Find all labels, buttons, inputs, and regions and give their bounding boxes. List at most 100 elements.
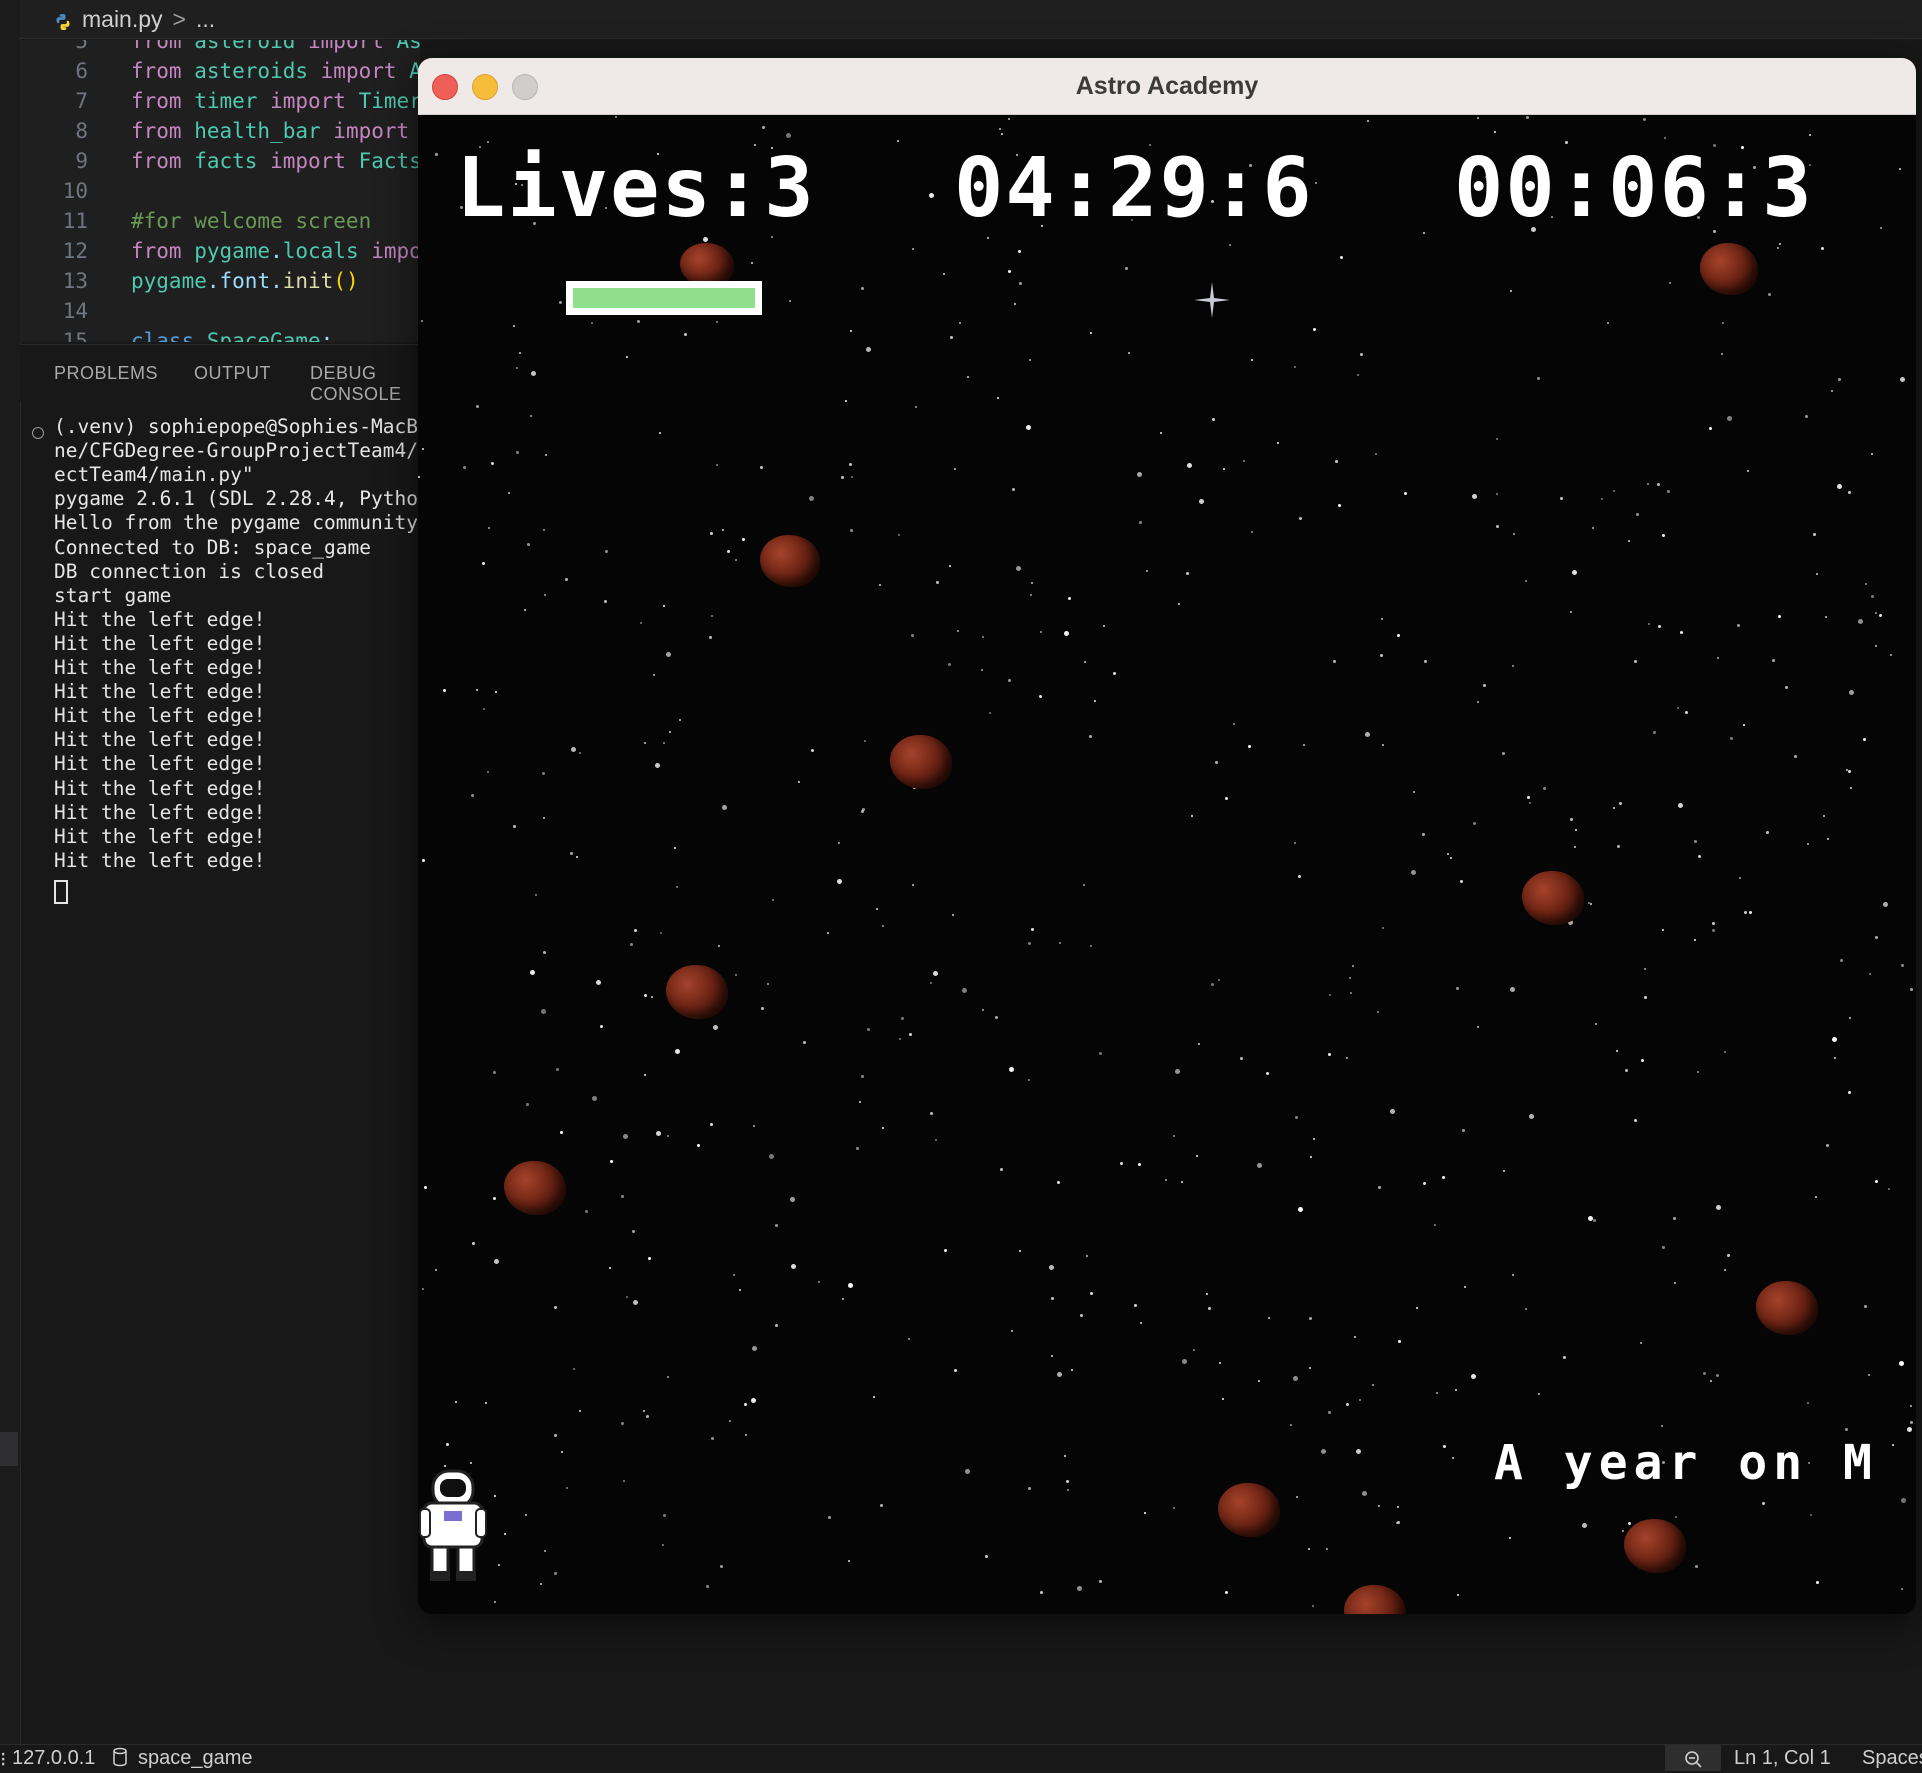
code-token: facts [194,149,271,173]
code-line[interactable]: 12 from pygame.locals import [20,236,420,266]
activity-bar-active-marker[interactable] [0,1432,18,1466]
star [1008,679,1011,682]
star [576,856,578,858]
star [861,1075,864,1078]
star [1460,880,1463,883]
star [1779,243,1781,245]
star [967,376,969,378]
star [803,1041,806,1044]
code-line[interactable]: 15 class SpaceGame: [20,326,334,342]
terminal-line: Hit the left edge! [54,824,266,848]
star [544,594,546,596]
star [1496,525,1499,528]
star [1049,1265,1054,1270]
star [838,842,840,844]
code-line[interactable]: 11 #for welcome screen [20,206,372,236]
star [1899,168,1901,170]
star [663,605,665,607]
star [1512,1274,1514,1276]
star [1575,829,1577,831]
code-line[interactable]: 8from health_bar import HealthBar [20,116,420,146]
terminal-output[interactable]: (.venv) sophiepope@Sophies-MacBook ne/CFG… [20,410,524,1740]
status-indentation[interactable]: Spaces [1862,1747,1922,1770]
status-bar: ⁝ 127.0.0.1 space_game Ln 1, Col 1 Space… [0,1744,1922,1771]
game-canvas[interactable]: Lives:3 04:29:6 00:06:3 A year on M [418,115,1916,1614]
star [786,133,791,138]
star [1266,1072,1269,1075]
code-line[interactable]: 14 [20,296,131,326]
star [573,1368,575,1370]
star [667,1376,669,1378]
star [850,529,853,532]
star [1875,1180,1878,1183]
star [1717,657,1719,659]
code-line[interactable]: 13 pygame.font.init() [20,266,359,296]
star [716,321,718,323]
tab-debug-console[interactable]: DEBUG CONSOLE [310,363,420,405]
star [1450,857,1452,859]
health-bar-fill [573,288,755,308]
breadcrumb-file[interactable]: main.py [82,6,163,33]
star [1900,377,1905,382]
star [1570,611,1572,613]
status-database[interactable]: space_game [138,1747,253,1770]
star [1890,654,1892,656]
star [644,994,647,997]
star [1452,1457,1454,1459]
star [1144,1512,1146,1514]
star [1018,250,1021,253]
star [915,406,917,408]
star [1628,1522,1631,1525]
tab-output[interactable]: OUTPUT [194,363,271,384]
star [1816,1581,1819,1584]
star [1390,1109,1395,1114]
line-number: 9 [75,149,88,173]
star [1293,1376,1298,1381]
star [1724,1051,1726,1053]
star [1648,623,1650,625]
code-line[interactable]: 7 from timer import Timer [20,86,420,116]
star [493,1071,496,1074]
star [1464,1286,1466,1288]
breadcrumb-symbol[interactable]: ... [196,6,215,33]
code-line[interactable]: 5 from asteroid import Asteroid [20,40,420,56]
star [1008,118,1010,120]
star [1716,1205,1721,1210]
star [530,970,535,975]
code-token: asteroids [194,59,321,83]
terminal-line: Hit the left edge! [54,680,266,704]
star [1310,1156,1312,1158]
star [1303,744,1305,746]
star [1375,453,1377,455]
star [1313,328,1316,331]
star [1831,390,1833,392]
star [1251,531,1253,533]
terminal-cursor [54,880,68,904]
zoom-out-button[interactable] [1665,1745,1721,1771]
star [566,1487,568,1489]
star [596,980,601,985]
code-token: import [320,59,410,83]
star [1634,660,1637,663]
tab-problems[interactable]: PROBLEMS [54,363,158,384]
star [1662,534,1665,537]
star [1667,490,1670,493]
star [1380,654,1383,657]
status-cursor-position[interactable]: Ln 1, Col 1 [1734,1747,1831,1770]
star [930,1112,933,1115]
star [962,988,967,993]
code-line[interactable]: 10 [20,176,131,206]
star [1290,1424,1292,1426]
star [1570,818,1573,821]
star [959,322,961,324]
star [485,1402,487,1404]
code-editor[interactable]: 5 from asteroid import Asteroid 6 from aste… [20,40,420,342]
window-titlebar[interactable]: Astro Academy [418,58,1916,115]
star [543,951,546,954]
star [1367,120,1369,122]
code-line[interactable]: 9 from facts import Facts [20,146,420,176]
star [767,983,769,985]
status-host[interactable]: 127.0.0.1 [12,1747,95,1770]
code-line[interactable]: 6from asteroids import Asteroids [20,56,420,86]
star [1864,1305,1867,1308]
